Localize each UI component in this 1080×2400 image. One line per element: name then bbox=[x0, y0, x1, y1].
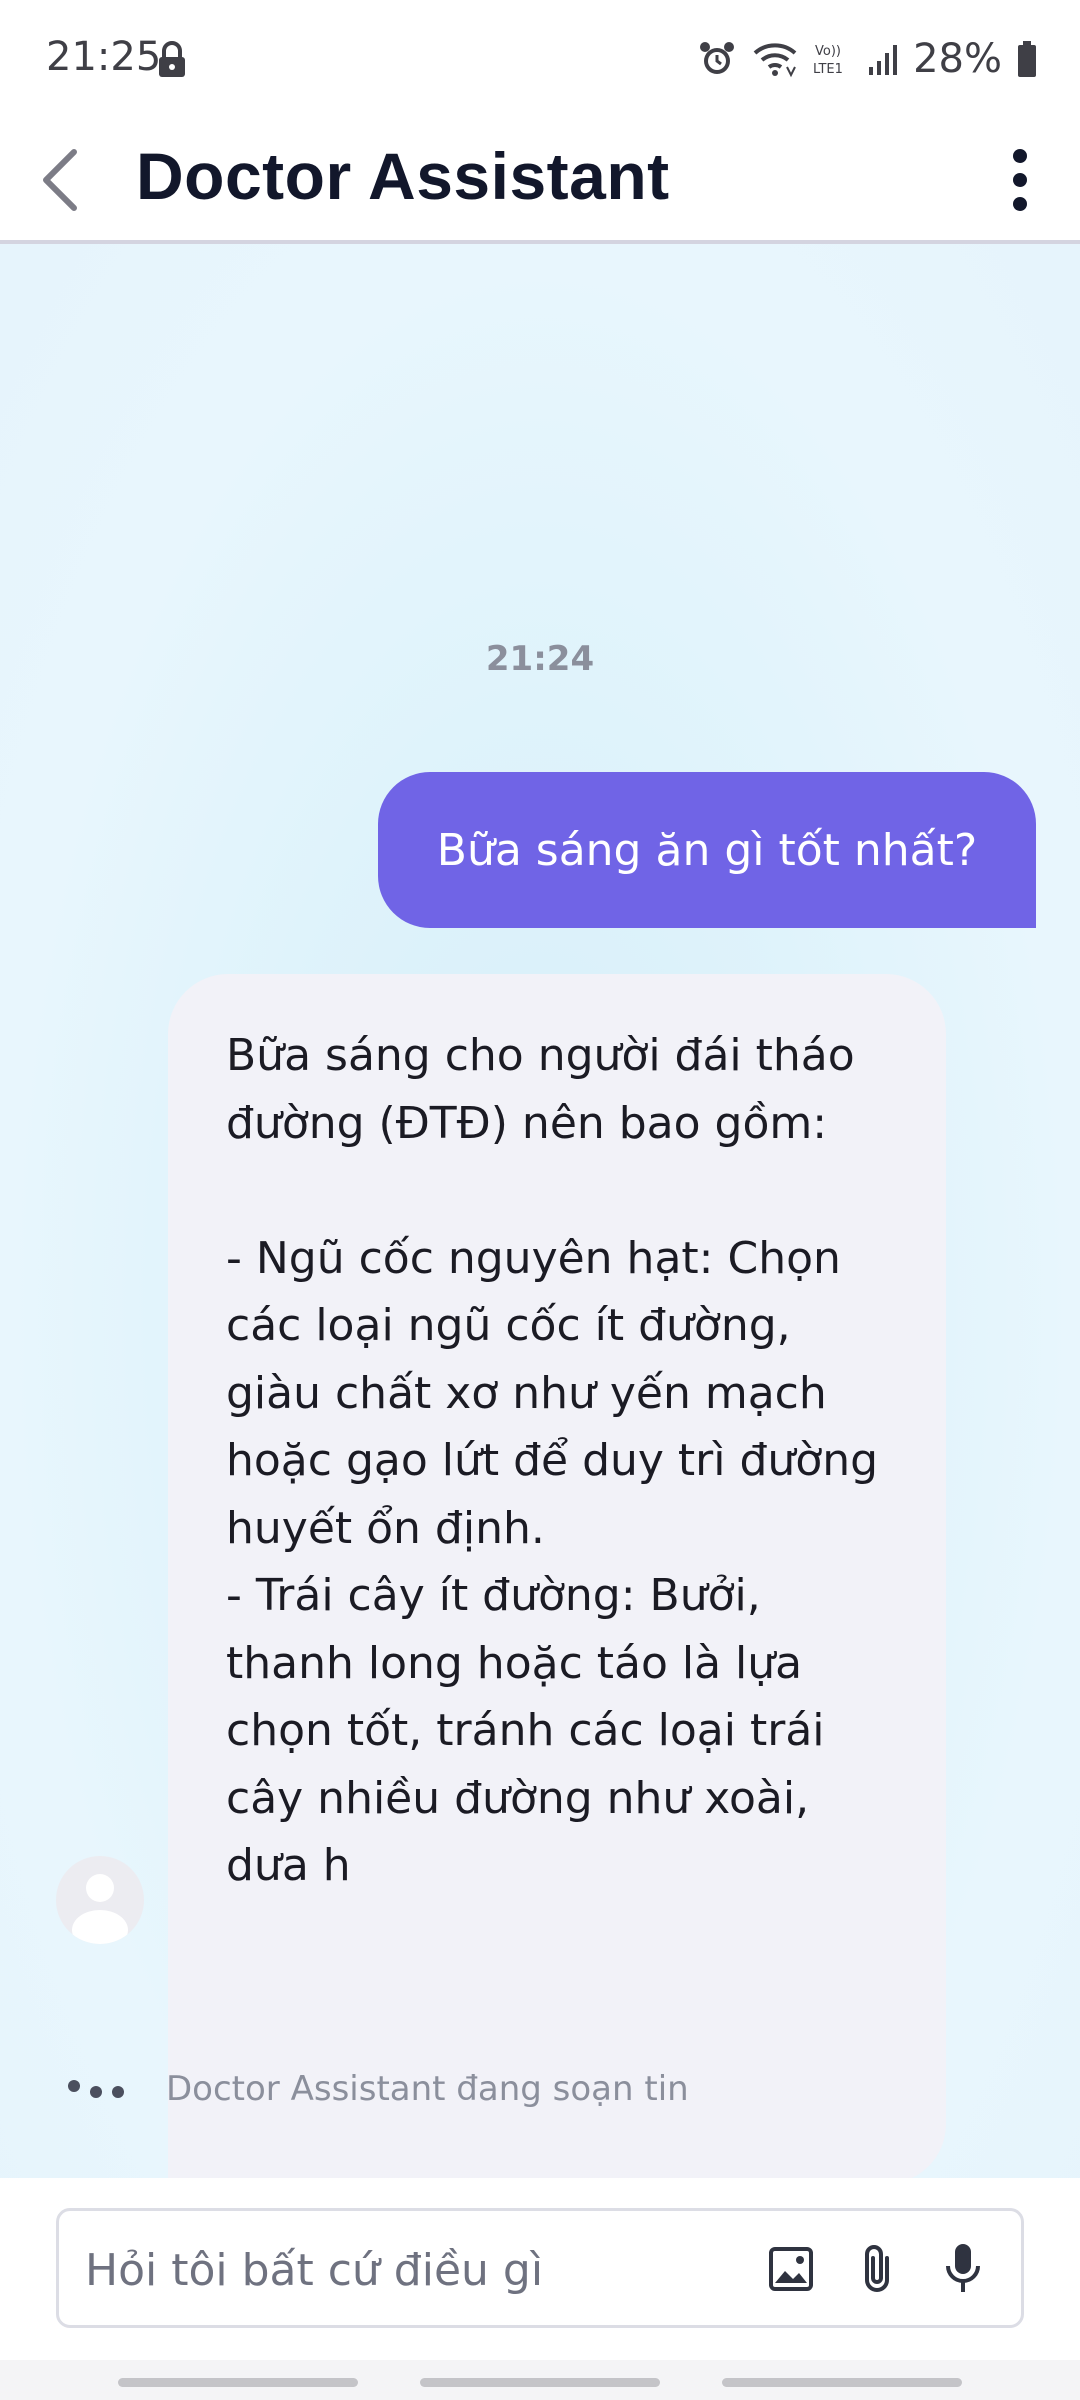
message-timestamp: 21:24 bbox=[485, 639, 595, 679]
typing-indicator-text: Doctor Assistant đang soạn tin bbox=[166, 2069, 689, 2109]
user-message-text: Bữa sáng ăn gì tốt nhất? bbox=[436, 824, 978, 876]
voice-input-button[interactable] bbox=[931, 2237, 995, 2301]
input-bar bbox=[0, 2178, 1080, 2360]
wifi-icon bbox=[753, 43, 797, 78]
chevron-left-icon bbox=[43, 149, 77, 211]
microphone-icon bbox=[946, 2244, 980, 2292]
nav-home[interactable] bbox=[420, 2378, 660, 2387]
assistant-message-text: Bữa sáng cho người đái tháo đường (ĐTĐ) … bbox=[226, 1030, 879, 1891]
svg-text:LTE1: LTE1 bbox=[813, 62, 843, 77]
typing-indicator: Doctor Assistant đang soạn tin bbox=[64, 2064, 689, 2114]
chat-area[interactable]: 21:24 Bữa sáng ăn gì tốt nhất? Bữa sáng … bbox=[0, 244, 1080, 2178]
battery-icon bbox=[1018, 41, 1036, 77]
nav-recent-apps[interactable] bbox=[118, 2378, 358, 2387]
paperclip-icon bbox=[865, 2245, 889, 2292]
status-icons: Vo)) LTE1 28% bbox=[697, 34, 1038, 84]
battery-percent: 28% bbox=[913, 36, 1002, 82]
more-vertical-icon bbox=[1013, 149, 1027, 211]
message-input[interactable] bbox=[83, 2231, 767, 2309]
status-bar: 21:25 Vo)) LTE1 28% bbox=[0, 0, 1080, 120]
user-message-bubble[interactable]: Bữa sáng ăn gì tốt nhất? bbox=[378, 772, 1036, 928]
attach-file-button[interactable] bbox=[845, 2237, 909, 2301]
assistant-message-bubble[interactable]: Bữa sáng cho người đái tháo đường (ĐTĐ) … bbox=[168, 974, 946, 2178]
signal-icon bbox=[869, 45, 898, 75]
nav-back[interactable] bbox=[722, 2378, 962, 2387]
lte-indicator: Vo)) LTE1 bbox=[813, 44, 843, 77]
system-navigation-bar bbox=[0, 2360, 1080, 2400]
typing-dots-icon bbox=[64, 2074, 134, 2104]
message-input-box[interactable] bbox=[56, 2208, 1024, 2328]
app-header: Doctor Assistant bbox=[0, 120, 1080, 244]
attach-image-button[interactable] bbox=[759, 2237, 823, 2301]
alarm-icon bbox=[700, 42, 735, 74]
back-button[interactable] bbox=[20, 140, 100, 220]
page-title: Doctor Assistant bbox=[136, 139, 670, 213]
avatar bbox=[56, 1856, 144, 1944]
avatar-person-icon bbox=[72, 1874, 128, 1944]
image-icon bbox=[769, 2247, 813, 2291]
svg-text:Vo)): Vo)) bbox=[815, 44, 841, 59]
more-options-button[interactable] bbox=[980, 140, 1060, 220]
status-time: 21:25 bbox=[46, 34, 162, 80]
lock-icon bbox=[159, 41, 185, 77]
